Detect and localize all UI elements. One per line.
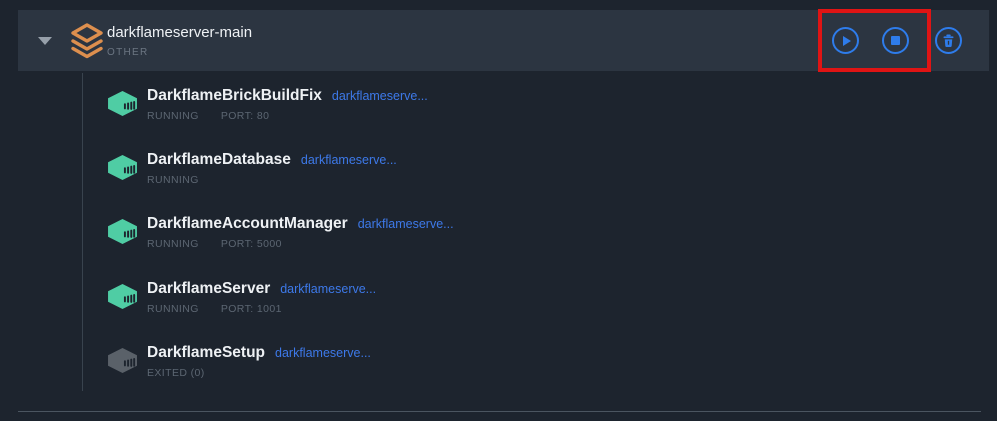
container-name: DarkflameServer xyxy=(147,280,270,298)
trash-icon xyxy=(942,34,955,48)
chevron-down-icon[interactable] xyxy=(38,37,52,45)
container-image-link[interactable]: darkflameserve... xyxy=(280,282,376,296)
container-row: DarkflameDatabase darkflameserve... RUNN… xyxy=(107,151,397,186)
container-image-link[interactable]: darkflameserve... xyxy=(301,153,397,167)
container-status: EXITED (0) xyxy=(147,367,205,379)
stack-name: darkflameserver-main xyxy=(107,24,252,42)
container-name: DarkflameBrickBuildFix xyxy=(147,87,322,105)
container-row: DarkflameBrickBuildFix darkflameserve...… xyxy=(107,87,428,122)
stack-layers-icon xyxy=(71,23,103,59)
container-name: DarkflameSetup xyxy=(147,344,265,362)
stack-title-block: darkflameserver-main OTHER xyxy=(107,24,252,58)
container-image-link[interactable]: darkflameserve... xyxy=(275,346,371,360)
stack-header: darkflameserver-main OTHER xyxy=(18,10,989,71)
container-cube-icon xyxy=(107,347,138,374)
container-cube-icon xyxy=(107,154,138,181)
container-status: RUNNING xyxy=(147,238,199,250)
container-status: RUNNING xyxy=(147,174,199,186)
play-icon xyxy=(843,36,851,46)
bottom-divider xyxy=(18,411,981,412)
container-name: DarkflameAccountManager xyxy=(147,215,348,233)
container-image-link[interactable]: darkflameserve... xyxy=(358,217,454,231)
container-port: PORT: 5000 xyxy=(221,238,282,250)
container-cube-icon xyxy=(107,218,138,245)
delete-stack-button[interactable] xyxy=(935,27,962,54)
container-row: DarkflameSetup darkflameserve... EXITED … xyxy=(107,344,371,379)
container-cube-icon xyxy=(107,283,138,310)
container-status: RUNNING xyxy=(147,303,199,315)
container-row: DarkflameServer darkflameserve... RUNNIN… xyxy=(107,280,376,315)
tree-indent-guide xyxy=(82,73,83,391)
container-cube-icon xyxy=(107,90,138,117)
stack-type-label: OTHER xyxy=(107,47,252,58)
container-row: DarkflameAccountManager darkflameserve..… xyxy=(107,215,454,250)
container-port: PORT: 80 xyxy=(221,110,270,122)
stop-stack-button[interactable] xyxy=(882,27,909,54)
container-image-link[interactable]: darkflameserve... xyxy=(332,89,428,103)
container-status: RUNNING xyxy=(147,110,199,122)
stop-icon xyxy=(891,36,900,45)
container-name: DarkflameDatabase xyxy=(147,151,291,169)
start-stack-button[interactable] xyxy=(832,27,859,54)
container-stack-panel: darkflameserver-main OTHER xyxy=(0,0,997,421)
container-port: PORT: 1001 xyxy=(221,303,282,315)
